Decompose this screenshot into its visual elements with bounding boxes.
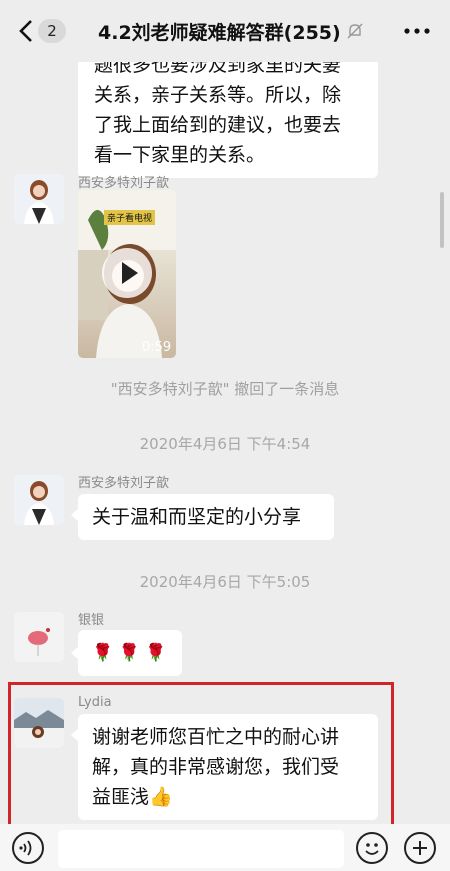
video-duration: 0:59 <box>142 340 172 355</box>
message-line: 益匪浅👍 <box>92 786 173 808</box>
message-line: 题很多也要涉及到家里的夫妻 <box>94 62 342 76</box>
avatar[interactable] <box>14 612 64 662</box>
timestamp: 2020年4月6日 下午4:54 <box>139 435 311 453</box>
message-bubble[interactable]: 题很多也要涉及到家里的夫妻 关系，亲子关系等。所以，除 了我上面给到的建议，也要… <box>78 62 378 178</box>
plus-button[interactable] <box>404 832 436 864</box>
message-line: 看一下家里的关系。 <box>94 144 266 166</box>
sender-name: 银银 <box>78 613 105 628</box>
chat-area[interactable]: 题很多也要涉及到家里的夫妻 关系，亲子关系等。所以，除 了我上面给到的建议，也要… <box>0 62 450 824</box>
video-caption: 亲子看电视 <box>104 210 156 225</box>
system-notice: "西安多特刘子歆" 撤回了一条消息 <box>110 380 340 398</box>
sender-name: 西安多特刘子歆 <box>78 176 170 191</box>
message-input[interactable] <box>58 830 344 868</box>
video-message[interactable]: 亲子看电视 0:59 <box>78 190 176 358</box>
plus-icon <box>413 841 427 855</box>
emoji-icon <box>365 843 379 855</box>
unread-badge[interactable]: 2 <box>38 19 66 43</box>
message-bubble[interactable]: 谢谢老师您百忙之中的耐心讲 解，真的非常感谢您，我们受 益匪浅👍 <box>78 714 378 820</box>
voice-button[interactable] <box>12 832 44 864</box>
input-bar <box>0 824 450 871</box>
avatar[interactable] <box>14 475 64 525</box>
message-line: 谢谢老师您百忙之中的耐心讲 <box>92 726 340 748</box>
avatar[interactable] <box>14 698 64 748</box>
message-line: 了我上面给到的建议，也要去 <box>94 114 342 136</box>
more-dots-icon[interactable] <box>402 22 432 40</box>
chat-header: 2 4.2刘老师疑难解答群(255) <box>0 0 450 62</box>
play-icon <box>122 262 138 284</box>
avatar[interactable] <box>14 174 64 224</box>
chevron-left-icon[interactable] <box>16 18 38 44</box>
message-bubble[interactable]: 🌹 🌹 🌹 <box>78 630 182 676</box>
mute-bell-icon <box>347 23 363 39</box>
message-line: 解，真的非常感谢您，我们受 <box>92 756 340 778</box>
timestamp: 2020年4月6日 下午5:05 <box>139 573 311 591</box>
message-line: 关系，亲子关系等。所以，除 <box>94 84 342 106</box>
sender-name: 西安多特刘子歆 <box>78 476 170 491</box>
emoji-button[interactable] <box>356 832 388 864</box>
sender-name: Lydia <box>78 695 112 710</box>
chat-title: 4.2刘老师疑难解答群(255) <box>98 22 341 44</box>
message-bubble[interactable]: 关于温和而坚定的小分享 <box>78 494 334 540</box>
voice-icon <box>19 840 32 856</box>
scrollbar[interactable] <box>440 192 444 248</box>
